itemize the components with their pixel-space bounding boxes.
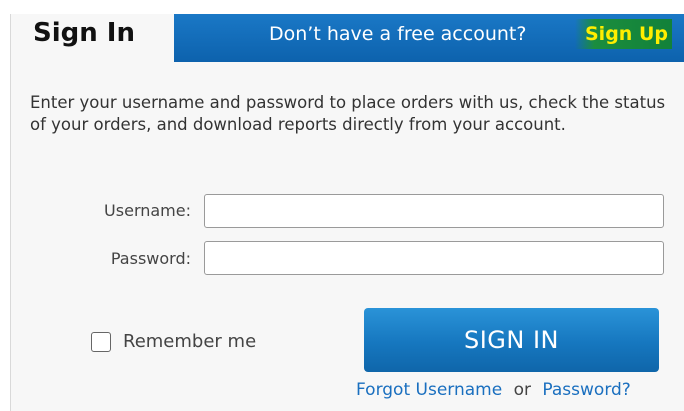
signin-tab: Sign In xyxy=(11,14,174,62)
forgot-password-link[interactable]: Password? xyxy=(542,380,630,400)
forgot-username-link[interactable]: Forgot Username xyxy=(356,380,502,400)
password-label: Password: xyxy=(110,249,191,268)
remember-me-label: Remember me xyxy=(123,331,257,352)
forgot-credentials-row: Forgot Username or Password? xyxy=(356,380,631,400)
panel-title: Sign In xyxy=(33,18,135,48)
signup-link[interactable]: Sign Up xyxy=(575,19,672,49)
signin-panel: Sign In Don’t have a free account? Sign … xyxy=(10,14,684,411)
intro-text: Enter your username and password to plac… xyxy=(30,93,666,134)
username-field[interactable] xyxy=(204,194,664,228)
remember-me-checkbox[interactable] xyxy=(91,331,111,352)
username-label: Username: xyxy=(104,201,191,220)
signup-prompt-text: Don’t have a free account? xyxy=(269,23,527,45)
forgot-separator: or xyxy=(513,380,531,400)
password-field[interactable] xyxy=(204,241,664,275)
signin-button[interactable]: SIGN IN xyxy=(364,308,659,372)
panel-header: Sign In Don’t have a free account? Sign … xyxy=(11,14,684,62)
remember-me-option[interactable]: Remember me xyxy=(91,331,256,352)
